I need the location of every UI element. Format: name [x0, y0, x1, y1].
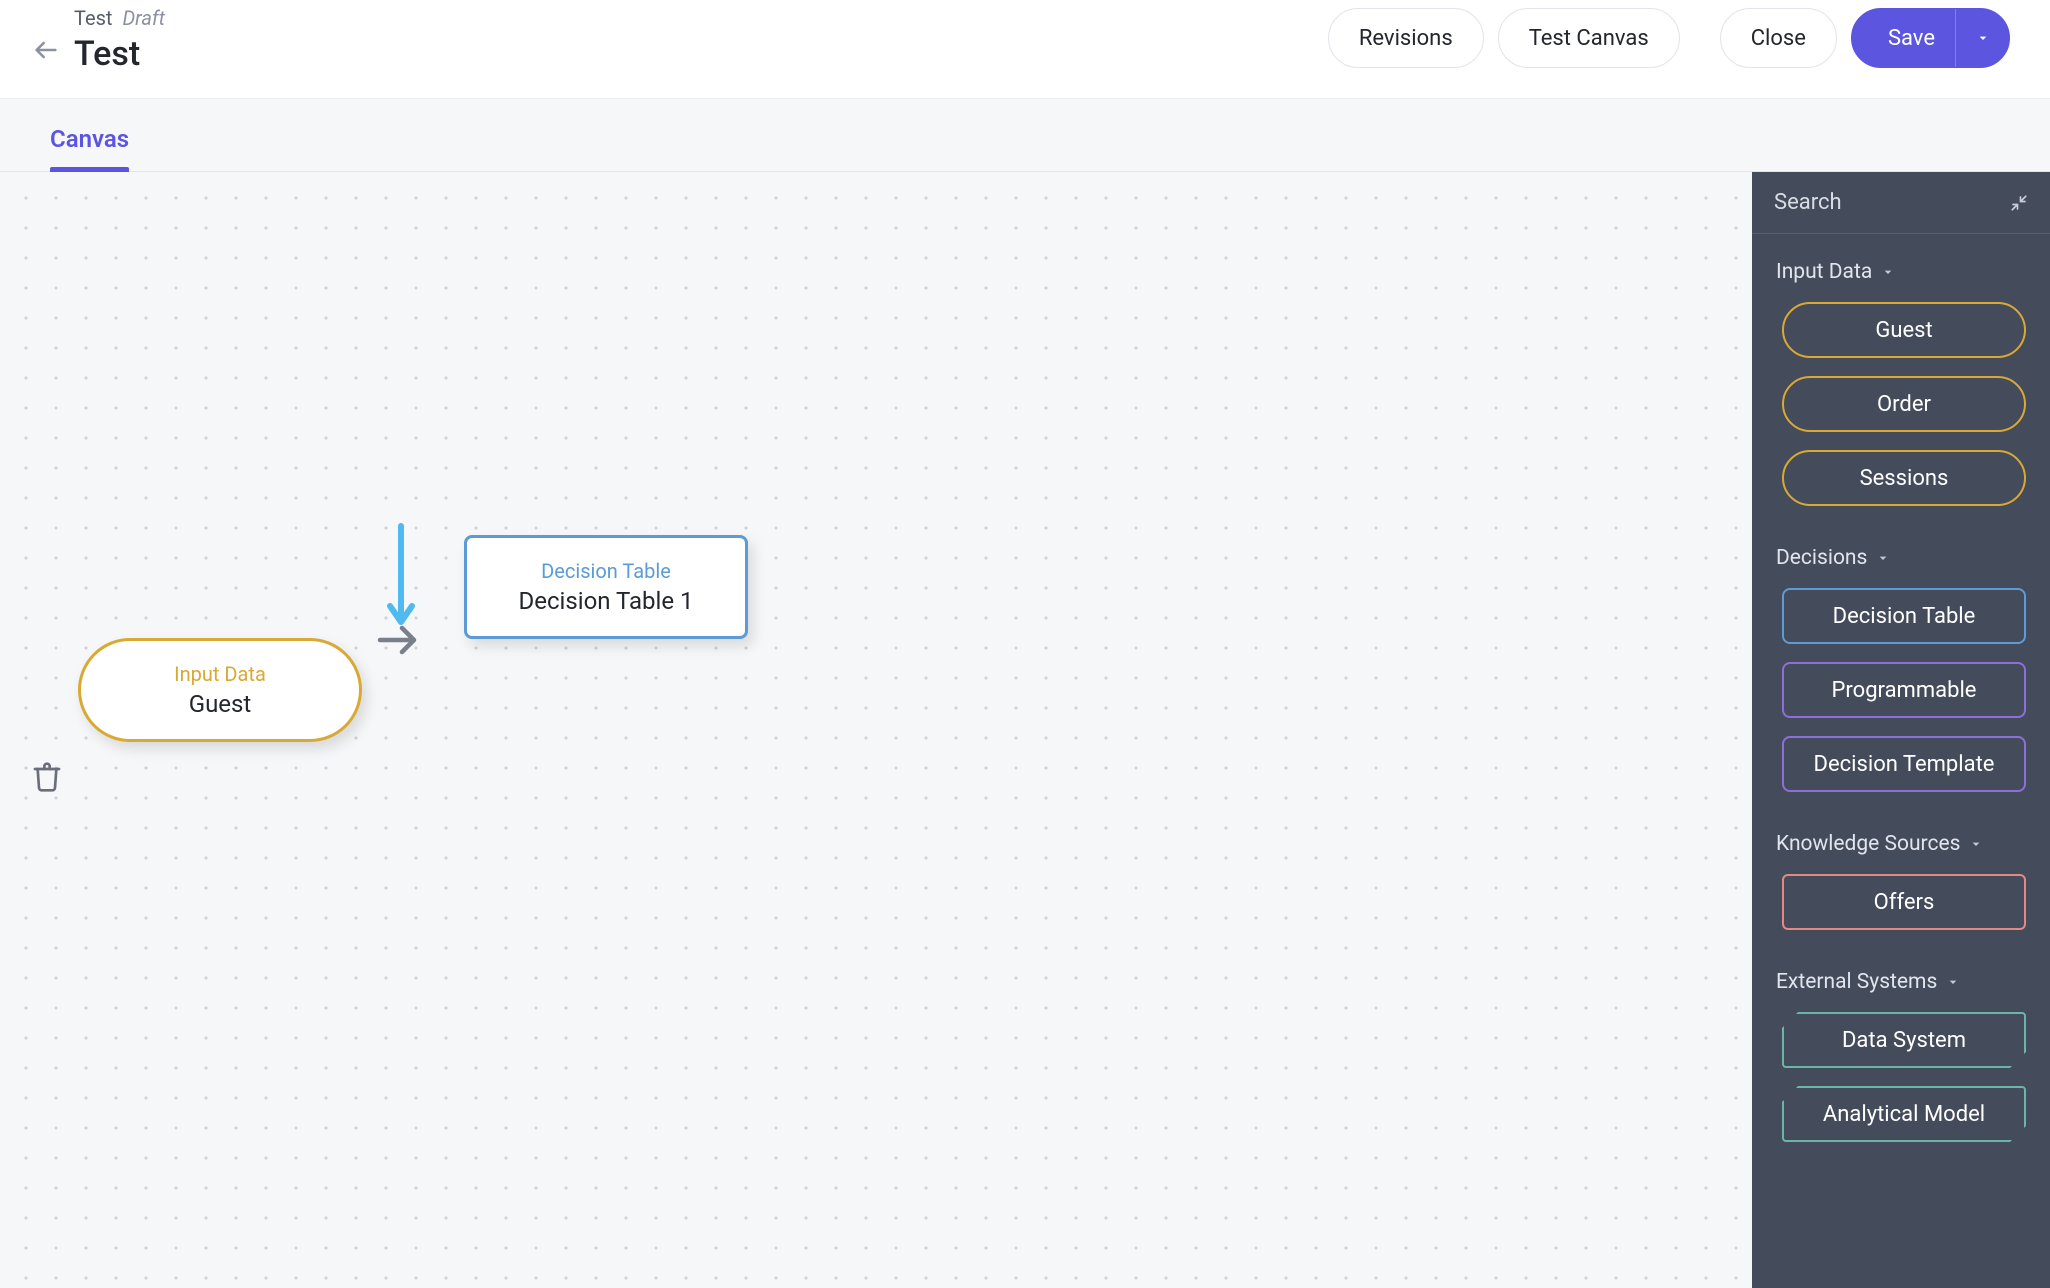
palette-chip-programmable[interactable]: Programmable: [1782, 662, 2026, 718]
palette-chip-data-system[interactable]: Data System: [1782, 1012, 2026, 1068]
chevron-down-icon: [1875, 550, 1891, 566]
breadcrumb: Test Draft: [28, 6, 165, 30]
page-title: Test: [68, 34, 140, 74]
breadcrumb-name: Test: [74, 6, 112, 30]
body: Decision Table Decision Table 1 Input Da…: [0, 172, 2050, 1288]
tab-canvas[interactable]: Canvas: [50, 125, 129, 171]
palette-group-knowledge: Knowledge Sources Offers: [1776, 832, 2026, 930]
breadcrumb-status: Draft: [122, 6, 165, 30]
chevron-down-icon: [1945, 974, 1961, 990]
save-button-label: Save: [1888, 26, 1935, 51]
palette-title-label: External Systems: [1776, 970, 1937, 994]
canvas-node-decision-table[interactable]: Decision Table Decision Table 1: [464, 535, 748, 639]
arrow-right-icon: [376, 622, 420, 658]
header: Test Draft Test Revisions Test Canvas Cl…: [0, 0, 2050, 98]
sidebar-search-label: Search: [1774, 190, 1842, 215]
canvas-node-input-data[interactable]: Input Data Guest: [78, 638, 362, 742]
palette-chip-analytical-model[interactable]: Analytical Model: [1782, 1086, 2026, 1142]
palette-group-input-data: Input Data Guest Order Sessions: [1776, 260, 2026, 506]
palette-chip-order[interactable]: Order: [1782, 376, 2026, 432]
trash-icon[interactable]: [31, 759, 63, 795]
palette-title-external-systems[interactable]: External Systems: [1776, 970, 2026, 994]
palette-title-decisions[interactable]: Decisions: [1776, 546, 2026, 570]
palette-chip-sessions[interactable]: Sessions: [1782, 450, 2026, 506]
node-kind-label: Decision Table: [541, 559, 671, 583]
app-root: Test Draft Test Revisions Test Canvas Cl…: [0, 0, 2050, 1288]
chevron-down-icon: [1968, 836, 1984, 852]
sidebar-search[interactable]: Search: [1752, 172, 2050, 234]
arrow-down-icon: [384, 522, 418, 632]
palette-title-knowledge[interactable]: Knowledge Sources: [1776, 832, 2026, 856]
node-kind-label: Input Data: [174, 662, 266, 686]
save-caret-icon[interactable]: [1955, 9, 2009, 67]
palette-chip-guest[interactable]: Guest: [1782, 302, 2026, 358]
palette-title-input-data[interactable]: Input Data: [1776, 260, 2026, 284]
palette-chip-decision-template[interactable]: Decision Template: [1782, 736, 2026, 792]
sidebar-palette: Search Input Data: [1752, 172, 2050, 1288]
palette-title-label: Knowledge Sources: [1776, 832, 1960, 856]
chevron-down-icon: [1880, 264, 1896, 280]
tabstrip: Canvas: [0, 98, 2050, 172]
canvas[interactable]: Decision Table Decision Table 1 Input Da…: [0, 172, 1752, 1288]
node-name-label: Guest: [189, 690, 252, 718]
collapse-icon[interactable]: [2010, 194, 2028, 212]
sidebar-scroll[interactable]: Input Data Guest Order Sessions Decision…: [1752, 234, 2050, 1288]
palette-title-label: Input Data: [1776, 260, 1872, 284]
close-button[interactable]: Close: [1720, 8, 1837, 68]
palette-group-decisions: Decisions Decision Table Programmable De…: [1776, 546, 2026, 792]
palette-group-external-systems: External Systems Data System Analytical …: [1776, 970, 2026, 1142]
back-arrow-icon[interactable]: [28, 32, 64, 68]
header-actions: Revisions Test Canvas Close Save: [1328, 8, 2010, 68]
revisions-button[interactable]: Revisions: [1328, 8, 1484, 68]
palette-chip-decision-table[interactable]: Decision Table: [1782, 588, 2026, 644]
node-name-label: Decision Table 1: [518, 587, 693, 615]
palette-title-label: Decisions: [1776, 546, 1867, 570]
test-canvas-button[interactable]: Test Canvas: [1498, 8, 1680, 68]
palette-chip-offers[interactable]: Offers: [1782, 874, 2026, 930]
save-button[interactable]: Save: [1851, 8, 2010, 68]
